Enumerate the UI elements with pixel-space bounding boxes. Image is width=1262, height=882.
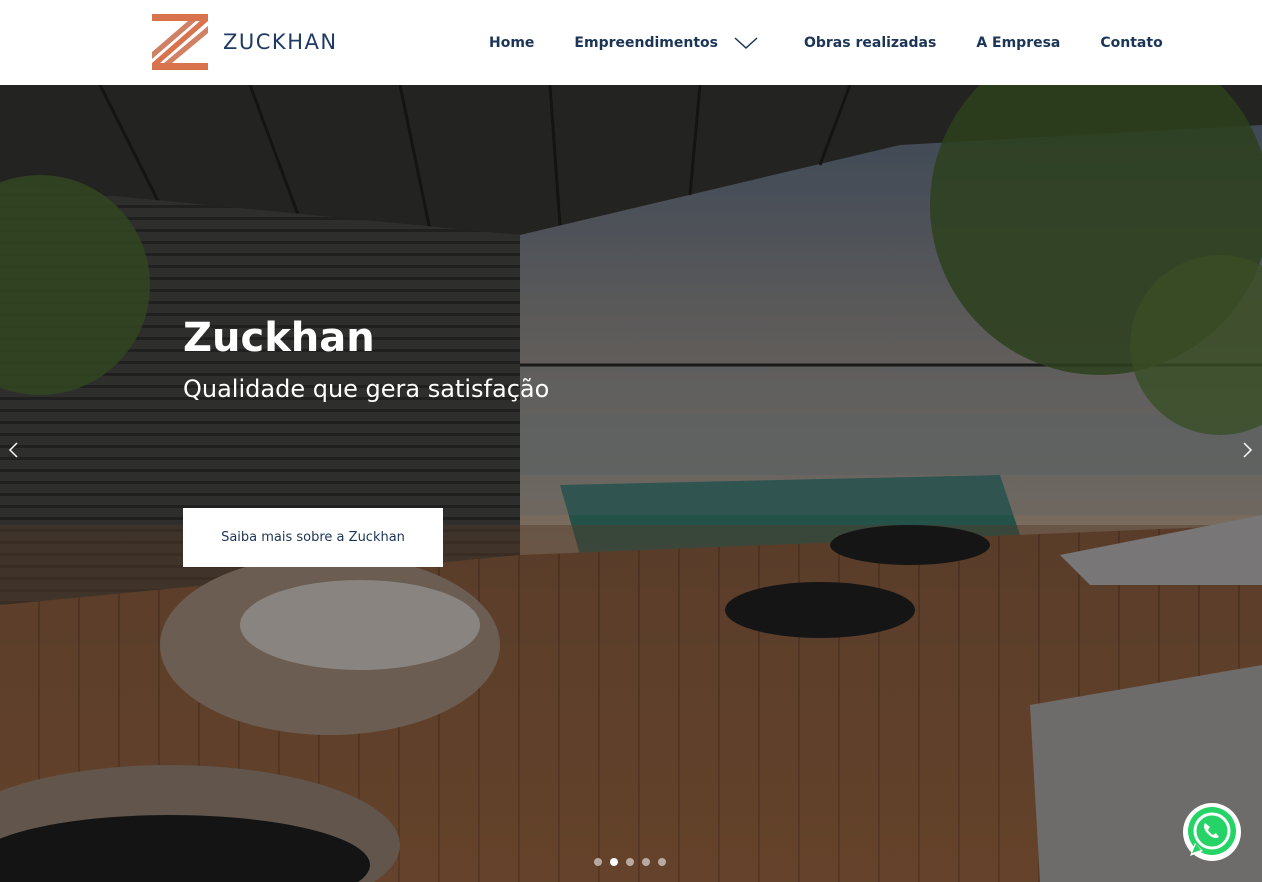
nav-contato[interactable]: Contato bbox=[1100, 35, 1162, 51]
hero-slider: Zuckhan Qualidade que gera satisfação Sa… bbox=[0, 85, 1262, 882]
nav-a-empresa[interactable]: A Empresa bbox=[976, 35, 1060, 51]
slider-pagination bbox=[594, 858, 674, 866]
logo-mark-icon bbox=[152, 14, 208, 70]
slider-dot[interactable] bbox=[642, 858, 650, 866]
hero-subtitle: Qualidade que gera satisfação bbox=[183, 375, 550, 403]
slider-dot[interactable] bbox=[658, 858, 666, 866]
chevron-right-icon[interactable] bbox=[1241, 441, 1255, 459]
site-header: ZUCKHAN Home Empreendimentos Obras reali… bbox=[0, 0, 1262, 85]
slider-dot-active[interactable] bbox=[610, 858, 618, 866]
slider-dot[interactable] bbox=[594, 858, 602, 866]
hero-background-image bbox=[0, 85, 1262, 882]
slider-dot[interactable] bbox=[626, 858, 634, 866]
nav-obras-realizadas[interactable]: Obras realizadas bbox=[804, 35, 936, 51]
whatsapp-icon[interactable] bbox=[1181, 801, 1243, 863]
brand-logo[interactable]: ZUCKHAN bbox=[150, 12, 338, 72]
nav-empreendimentos[interactable]: Empreendimentos bbox=[574, 35, 758, 51]
chevron-down-icon[interactable] bbox=[734, 36, 758, 50]
main-nav: Home Empreendimentos Obras realizadas A … bbox=[489, 0, 1163, 85]
about-cta-button[interactable]: Saiba mais sobre a Zuckhan bbox=[183, 508, 443, 567]
hero-title: Zuckhan bbox=[183, 315, 375, 361]
nav-empreendimentos-label: Empreendimentos bbox=[574, 34, 718, 51]
chevron-left-icon[interactable] bbox=[6, 441, 20, 459]
brand-name: ZUCKHAN bbox=[223, 30, 338, 54]
nav-home[interactable]: Home bbox=[489, 35, 534, 51]
